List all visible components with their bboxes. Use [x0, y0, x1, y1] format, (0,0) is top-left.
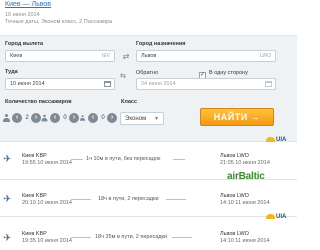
- route-link[interactable]: Киев — Львов: [5, 1, 51, 8]
- route-line: [166, 199, 186, 200]
- from-airport-code: IEV: [101, 53, 110, 59]
- passengers-label: Количество пассажиров: [5, 99, 72, 105]
- flight-duration: 1ч 10м в пути, без пересадок: [86, 156, 161, 162]
- arrival-time: 14:10 11 июня 2014: [220, 238, 270, 244]
- to-airport-code: LWO: [259, 53, 271, 59]
- destination-airport: Львов LWO: [220, 193, 249, 199]
- flight-duration: 18ч в пути, 2 пересадки: [98, 196, 159, 202]
- date-arrows-icon: ⇆: [120, 73, 126, 80]
- flight-duration: 18ч 35м в пути, 2 пересадки: [95, 234, 168, 240]
- destination-airport: Львов LWO: [220, 153, 249, 159]
- class-value: Эконом: [125, 116, 147, 122]
- return-date-input[interactable]: 24 июня 2014: [136, 78, 276, 90]
- route-line: [71, 199, 91, 200]
- departure-time: 19:55 10 июня 2014: [22, 160, 72, 166]
- plane-icon: ✈: [3, 233, 12, 244]
- to-city-value: Львов: [141, 53, 157, 59]
- origin-airport: Киев KBP: [22, 193, 47, 199]
- class-select[interactable]: Эконом ▼: [120, 112, 164, 125]
- children-count: 0: [63, 115, 67, 121]
- one-way-label: В одну сторону: [209, 70, 248, 76]
- route-line: [71, 237, 91, 238]
- chevron-down-icon: ▼: [154, 116, 159, 122]
- depart-label: Туда: [5, 69, 18, 75]
- arrival-time: 14:10 11 июня 2014: [220, 200, 270, 206]
- infant-icon: [80, 115, 85, 121]
- departure-time: 19:35 10 июня 2014: [22, 238, 72, 244]
- search-date: 10 июня 2014: [5, 12, 40, 18]
- arrival-time: 21:05 10 июня 2014: [220, 160, 270, 166]
- route-line: [71, 159, 83, 160]
- search-summary: Точные даты, Эконом класс, 2 Пассажира: [5, 18, 113, 25]
- airline-logo-airbaltic: airBaltic: [227, 171, 265, 182]
- flight-result[interactable]: UIA ✈ Киев KBP 19:35 10 июня 2014 18ч 35…: [0, 214, 297, 250]
- adults-count: 2: [25, 115, 29, 121]
- route-line: [173, 159, 185, 160]
- adult-icon: [3, 114, 10, 122]
- route-line: [172, 237, 192, 238]
- return-label: Обратно: [136, 70, 159, 76]
- class-label: Класс: [121, 99, 138, 105]
- to-city-input[interactable]: Львов LWO: [136, 50, 276, 62]
- origin-airport: Киев KBP: [22, 153, 47, 159]
- infants-plus-button[interactable]: ›: [107, 113, 117, 123]
- calendar-icon[interactable]: [265, 81, 272, 87]
- adults-plus-button[interactable]: ›: [31, 113, 41, 123]
- origin-airport: Киев KBP: [22, 231, 47, 237]
- departure-time: 20:10 10 июня 2014: [22, 200, 72, 206]
- destination-airport: Львов LWO: [220, 231, 249, 237]
- depart-date-input[interactable]: 10 июня 2014: [5, 78, 115, 90]
- swap-cities-icon[interactable]: ⇄: [121, 53, 131, 61]
- infants-minus-button[interactable]: ‹: [88, 113, 98, 123]
- search-button[interactable]: НАЙТИ →: [200, 108, 274, 126]
- child-icon: [41, 114, 48, 122]
- plane-icon: ✈: [3, 194, 12, 205]
- to-label: Город назначения: [136, 41, 186, 47]
- return-date-placeholder: 24 июня 2014: [141, 81, 176, 87]
- children-plus-button[interactable]: ›: [69, 113, 79, 123]
- children-minus-button[interactable]: ‹: [50, 113, 60, 123]
- flight-result[interactable]: airBaltic ✈ Киев KBP 20:10 10 июня 2014 …: [0, 171, 297, 217]
- airline-logo-uia: UIA: [266, 214, 286, 220]
- airline-logo-uia: UIA: [266, 137, 286, 143]
- from-city-value: Киев: [10, 53, 23, 59]
- from-label: Город вылета: [5, 41, 44, 47]
- depart-date-value: 10 июня 2014: [10, 81, 45, 87]
- infants-count: 0: [101, 115, 105, 121]
- from-city-input[interactable]: Киев IEV: [5, 50, 115, 62]
- plane-icon: ✈: [3, 154, 12, 165]
- adults-minus-button[interactable]: ‹: [12, 113, 22, 123]
- calendar-icon[interactable]: [104, 81, 111, 87]
